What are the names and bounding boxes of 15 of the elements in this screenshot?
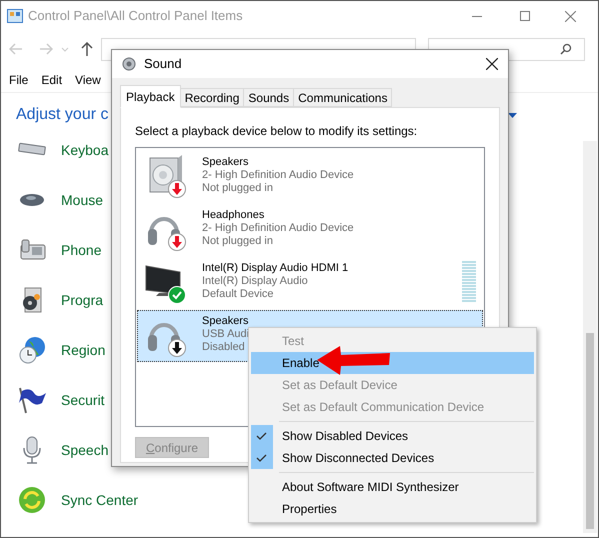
dialog-title: Sound <box>144 55 182 74</box>
device-status: Not plugged in <box>202 235 274 248</box>
device-description: 2- High Definition Audio Device <box>202 169 354 182</box>
device-status: Not plugged in <box>202 182 274 195</box>
device-name: Speakers <box>202 315 250 328</box>
device-status: Default Device <box>202 288 275 301</box>
device-description: Intel(R) Display Audio <box>202 275 309 288</box>
device-name: Speakers <box>202 156 250 169</box>
device-name: Intel(R) Display Audio HDMI 1 <box>202 262 348 275</box>
page-heading: Adjust your c <box>16 105 108 125</box>
window-title: Control Panel\All Control Panel Items <box>28 7 243 26</box>
device-status: Disabled <box>202 341 246 354</box>
instruction-text: Select a playback device below to modify its settings: <box>135 123 418 140</box>
device-description: 2- High Definition Audio Device <box>202 222 354 235</box>
device-name: Headphones <box>202 209 266 222</box>
